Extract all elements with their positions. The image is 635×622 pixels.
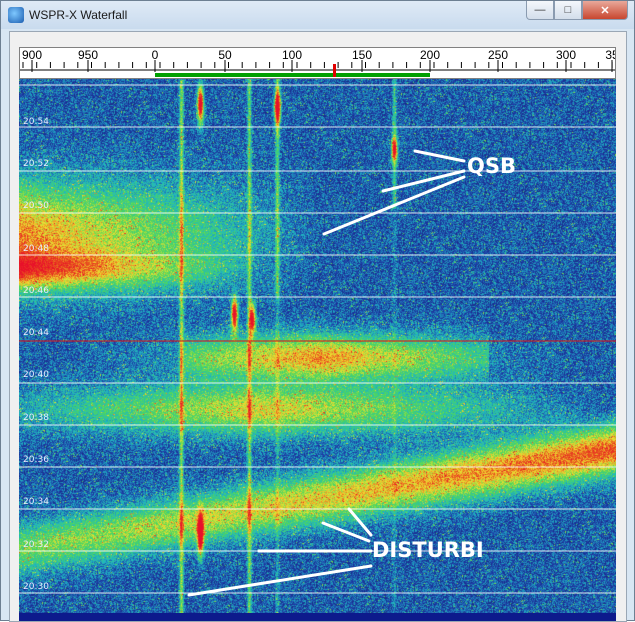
waterfall-display[interactable]: 20:54 20:52 20:50 20:48 20:46 20:44 20:40 20:38…: [19, 79, 616, 621]
time-label: 20:32: [23, 540, 49, 550]
dial-frequency-marker: [333, 64, 336, 77]
qsb-pointer: [413, 149, 466, 163]
frequency-scale: 900 950 0 50 100 150 200 250 300 35: [19, 47, 616, 79]
scale-label: 35: [605, 48, 616, 62]
scale-label: 50: [218, 48, 232, 62]
window-controls: — □ ✕: [526, 1, 628, 21]
window-title: WSPR-X Waterfall: [29, 8, 128, 22]
scale-label: 950: [78, 48, 98, 62]
maximize-icon: □: [564, 4, 572, 16]
maximize-button[interactable]: □: [554, 1, 582, 20]
waterfall-bottom-bar: [19, 613, 616, 621]
time-label: 20:40: [23, 370, 49, 380]
scale-label: 0: [152, 48, 159, 62]
time-label: 20:52: [23, 159, 49, 169]
time-label: 20:30: [23, 582, 49, 592]
frequency-scale-svg: 900 950 0 50 100 150 200 250 300 35: [20, 48, 616, 77]
disturbi-pointer: [347, 507, 373, 537]
disturbi-annotation: DISTURBI: [372, 538, 484, 562]
minimize-icon: —: [534, 4, 546, 16]
time-label: 20:46: [23, 286, 49, 296]
time-label: 20:48: [23, 244, 49, 254]
time-label: 20:50: [23, 201, 49, 211]
scale-label: 200: [420, 48, 440, 62]
globe-icon: [8, 7, 24, 23]
close-icon: ✕: [600, 4, 610, 17]
scale-label: 100: [282, 48, 302, 62]
minimize-button[interactable]: —: [526, 1, 554, 20]
scale-label: 900: [22, 48, 42, 62]
scale-label: 300: [556, 48, 576, 62]
wspr-band-indicator: [155, 73, 430, 77]
close-button[interactable]: ✕: [582, 1, 628, 20]
qsb-pointer: [322, 175, 466, 236]
time-label: 20:44: [23, 328, 49, 338]
time-label: 20:34: [23, 497, 49, 507]
title-bar[interactable]: WSPR-X Waterfall — □ ✕: [1, 1, 634, 29]
time-label: 20:54: [23, 117, 49, 127]
disturbi-pointer: [187, 564, 373, 597]
qsb-annotation: QSB: [467, 154, 516, 178]
time-label: 20:38: [23, 413, 49, 423]
scale-label: 250: [488, 48, 508, 62]
time-label: 20:36: [23, 455, 49, 465]
annotation-overlay: [19, 84, 616, 597]
scale-label: 150: [352, 48, 372, 62]
